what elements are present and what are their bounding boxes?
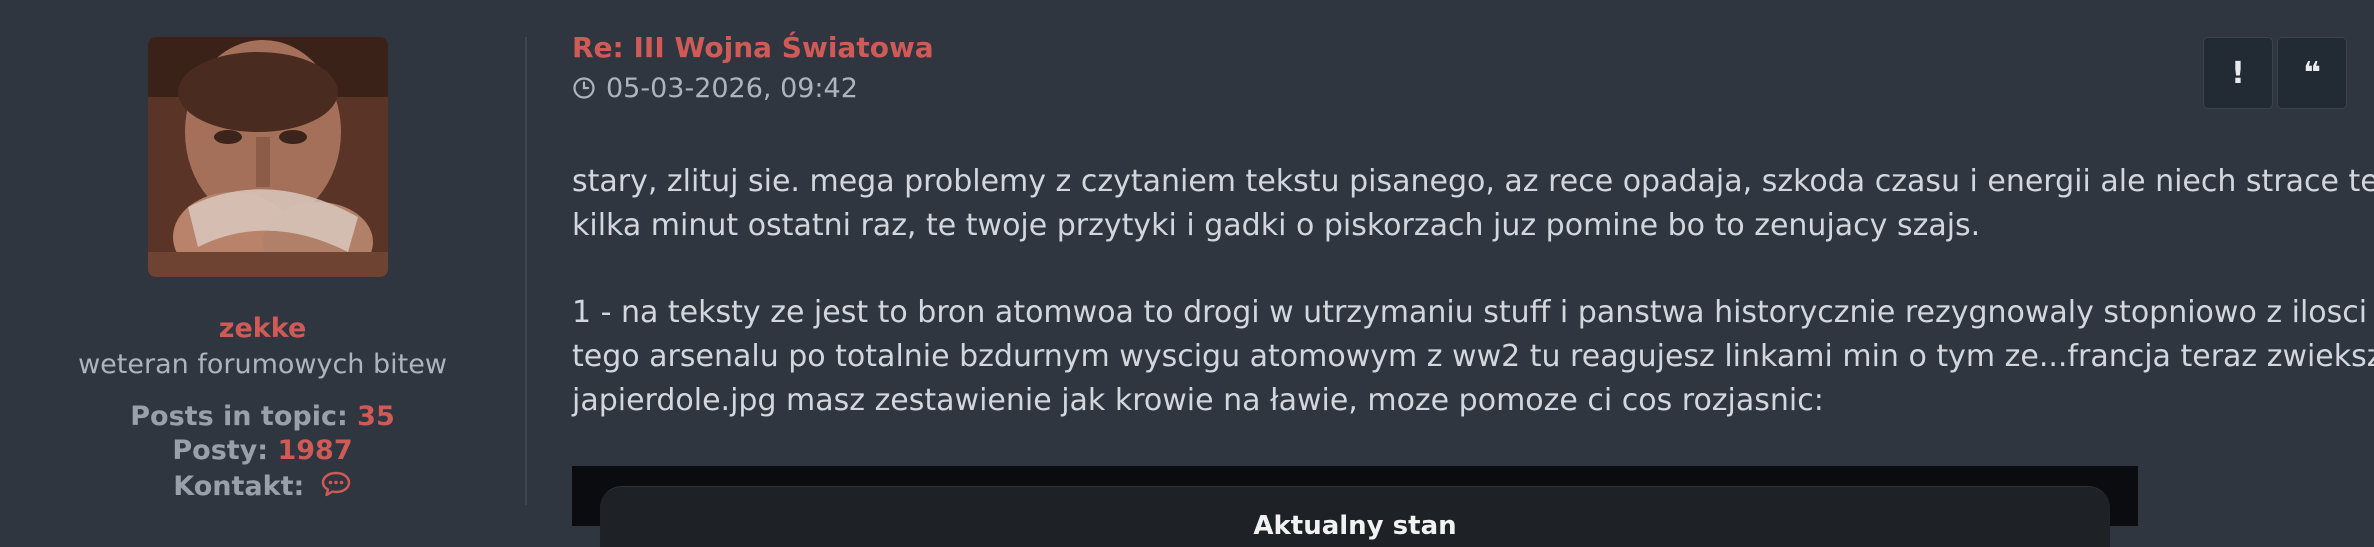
author-profile: zekke weteran forumowych bitew Posts in … — [0, 0, 525, 518]
post-datetime[interactable]: 05-03-2026, 09:42 — [572, 73, 858, 107]
post-body: stary, zlituj sie. mega problemy z czyta… — [572, 160, 2374, 423]
embedded-image[interactable]: Aktualny stan — [572, 466, 2138, 547]
stat-value: 1987 — [277, 435, 353, 466]
quote-button[interactable]: ❝ — [2277, 37, 2347, 109]
embedded-image-panel: Aktualny stan — [600, 486, 2110, 547]
report-button[interactable]: ! — [2203, 37, 2273, 109]
stat-posts: Posty: 1987 — [0, 435, 525, 466]
embedded-image-caption: Aktualny stan — [1253, 511, 1457, 541]
post-title[interactable]: Re: III Wojna Światowa — [572, 31, 934, 64]
exclamation-icon: ! — [2231, 55, 2245, 91]
quote-icon: ❝ — [2303, 55, 2321, 91]
post-line: stary, zlituj sie. mega problemy z czyta… — [572, 164, 2374, 199]
author-rank: weteran forumowych bitew — [78, 349, 447, 380]
clock-icon — [572, 76, 596, 107]
stat-label: Kontakt: — [173, 471, 305, 502]
post-line: tego arsenalu po totalnie bzdurnym wysci… — [572, 339, 2374, 374]
post-line: kilka minut ostatni raz, te twoje przyty… — [572, 208, 1981, 243]
post-line: japierdole.jpg masz zestawienie jak krow… — [572, 383, 1824, 418]
stat-label: Posty: — [172, 435, 269, 466]
stat-contact: Kontakt: — [0, 470, 525, 505]
stat-value: 35 — [357, 401, 395, 432]
stat-label: Posts in topic: — [130, 401, 348, 432]
avatar-image — [148, 37, 388, 277]
author-username[interactable]: zekke — [0, 313, 525, 344]
post-line: 1 - na teksty ze jest to bron atomwoa to… — [572, 295, 2368, 330]
column-divider — [525, 37, 527, 505]
avatar[interactable] — [148, 37, 388, 277]
stat-posts-in-topic: Posts in topic: 35 — [0, 401, 525, 432]
chat-bubble-icon[interactable] — [320, 470, 352, 505]
post-datetime-text: 05-03-2026, 09:42 — [606, 73, 858, 104]
